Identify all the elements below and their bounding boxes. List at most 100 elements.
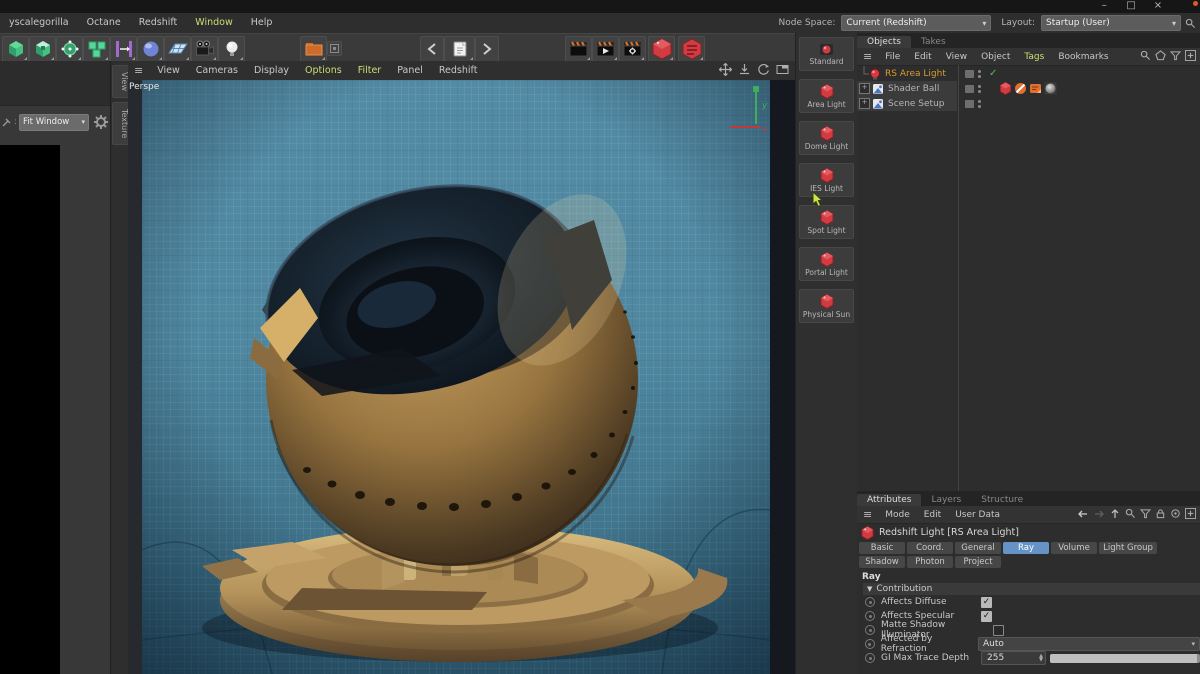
tab-layers[interactable]: Layers <box>921 494 971 506</box>
vp-menu-cameras[interactable]: Cameras <box>188 65 246 76</box>
om-menu-edit[interactable]: Edit <box>907 52 938 62</box>
light-object-button[interactable] <box>218 36 245 62</box>
palette-standard-button[interactable]: Standard <box>799 37 854 71</box>
om-menu-file[interactable]: File <box>878 52 907 62</box>
toggle-panel-icon[interactable] <box>776 63 789 76</box>
palette-spot-light-button[interactable]: Spot Light <box>799 205 854 239</box>
object-row-rs-area-light[interactable]: RS Area Light ✓ <box>857 66 1200 81</box>
menu-window[interactable]: Window <box>186 13 241 33</box>
tab-shadow[interactable]: Shadow <box>859 556 905 568</box>
layer-toggle[interactable] <box>965 70 974 78</box>
keyframe-dot-icon[interactable] <box>865 653 875 663</box>
parent-up-icon[interactable] <box>1109 508 1121 520</box>
tab-attributes[interactable]: Attributes <box>857 494 921 506</box>
sync-target-icon[interactable] <box>1170 508 1181 519</box>
new-panel-icon[interactable] <box>1185 508 1196 519</box>
tab-volume[interactable]: Volume <box>1051 542 1097 554</box>
new-document-button[interactable] <box>444 36 475 62</box>
hamburger-icon[interactable]: ≡ <box>857 508 878 521</box>
search-icon[interactable] <box>1185 18 1196 29</box>
gi-max-trace-depth-slider[interactable] <box>1050 654 1200 663</box>
render-picture-viewer-button[interactable] <box>592 36 619 62</box>
pan-view-icon[interactable] <box>719 63 732 76</box>
menu-redshift[interactable]: Redshift <box>130 13 187 33</box>
render-view-button[interactable] <box>565 36 592 62</box>
render-settings-button[interactable] <box>619 36 646 62</box>
metaball-button[interactable] <box>137 36 164 62</box>
palette-physical-sun-button[interactable]: Physical Sun <box>799 289 854 323</box>
am-menu-userdata[interactable]: User Data <box>948 510 1007 520</box>
contribution-group-header[interactable]: ▼ Contribution <box>863 583 1200 595</box>
gi-max-trace-depth-input[interactable]: 255 ▲▼ <box>981 651 1046 665</box>
redo-button[interactable] <box>475 36 499 62</box>
lock-icon[interactable] <box>1155 508 1166 519</box>
close-button[interactable]: × <box>1146 0 1170 12</box>
om-menu-object[interactable]: Object <box>974 52 1017 62</box>
search-icon[interactable] <box>1140 50 1151 61</box>
redshift-material-tag-icon[interactable] <box>999 82 1012 95</box>
layer-toggle[interactable] <box>965 85 974 93</box>
tab-takes[interactable]: Takes <box>911 36 956 48</box>
tab-light-group[interactable]: Light Group <box>1099 542 1157 554</box>
pan-tool-icon[interactable] <box>2 117 12 127</box>
add-cube-button[interactable] <box>2 36 29 62</box>
visibility-dots[interactable] <box>978 85 981 93</box>
object-manager-column-divider[interactable] <box>958 65 959 491</box>
vp-menu-redshift[interactable]: Redshift <box>431 65 486 76</box>
redshift-renderview-button[interactable] <box>648 36 675 62</box>
palette-ies-light-button[interactable]: IES Light <box>799 163 854 197</box>
vp-menu-panel[interactable]: Panel <box>389 65 431 76</box>
maximize-button[interactable]: □ <box>1119 0 1143 12</box>
minimize-button[interactable]: – <box>1092 0 1116 12</box>
display-tag-icon[interactable] <box>1014 82 1027 95</box>
redshift-menu-button[interactable] <box>678 36 705 62</box>
add-object-icon[interactable] <box>1185 50 1196 61</box>
palette-dome-light-button[interactable]: Dome Light <box>799 121 854 155</box>
affected-by-refraction-select[interactable]: Auto ▾ <box>978 637 1200 651</box>
vp-menu-view[interactable]: View <box>149 65 188 76</box>
menu-greyscalegorilla[interactable]: yscalegorilla <box>0 13 78 33</box>
compositing-tag-icon[interactable] <box>1029 82 1042 95</box>
keyframe-dot-icon[interactable] <box>865 611 875 621</box>
texture-preview[interactable] <box>0 145 60 674</box>
hamburger-icon[interactable]: ≡ <box>857 50 878 63</box>
keyframe-dot-icon[interactable] <box>865 639 875 649</box>
texture-tag-icon[interactable] <box>1044 82 1057 95</box>
vp-menu-filter[interactable]: Filter <box>350 65 390 76</box>
filter-icon[interactable] <box>1140 508 1151 519</box>
om-menu-bookmarks[interactable]: Bookmarks <box>1051 52 1115 62</box>
tab-project[interactable]: Project <box>955 556 1001 568</box>
menu-octane[interactable]: Octane <box>78 13 130 33</box>
layer-toggle[interactable] <box>965 100 974 108</box>
bend-deformer-button[interactable] <box>110 36 137 62</box>
keyframe-dot-icon[interactable] <box>865 597 875 607</box>
visibility-dots[interactable] <box>978 100 981 108</box>
camera-view-label[interactable]: Perspe <box>129 82 159 92</box>
history-forward-icon[interactable] <box>1093 508 1105 520</box>
undo-button[interactable] <box>420 36 444 62</box>
camera-object-button[interactable] <box>191 36 218 62</box>
tab-basic[interactable]: Basic <box>859 542 905 554</box>
keyframe-dot-icon[interactable] <box>865 625 875 635</box>
hamburger-icon[interactable]: ≡ <box>128 64 149 77</box>
am-menu-mode[interactable]: Mode <box>878 510 917 520</box>
expand-icon[interactable]: + <box>859 83 870 94</box>
visibility-dots[interactable] <box>978 70 981 78</box>
affects-diffuse-checkbox[interactable]: ✓ <box>981 597 992 608</box>
expand-icon[interactable]: + <box>859 98 870 109</box>
path-icon[interactable] <box>1155 50 1166 61</box>
matte-shadow-illuminator-checkbox[interactable] <box>993 625 1004 636</box>
am-menu-edit[interactable]: Edit <box>917 510 948 520</box>
floor-object-button[interactable] <box>164 36 191 62</box>
tab-ray[interactable]: Ray <box>1003 542 1049 554</box>
gear-icon[interactable] <box>93 114 109 130</box>
content-browser-button[interactable] <box>300 36 327 62</box>
spinner-arrows-icon[interactable]: ▲▼ <box>1039 654 1043 662</box>
ffd-deformer-button[interactable] <box>56 36 83 62</box>
palette-area-light-button[interactable]: Area Light <box>799 79 854 113</box>
panel-expand-button[interactable] <box>327 41 342 56</box>
tab-photon[interactable]: Photon <box>907 556 953 568</box>
layout-select[interactable]: Startup (User)▾ <box>1041 15 1181 31</box>
modeling-cube-button[interactable] <box>29 36 56 62</box>
tab-structure[interactable]: Structure <box>971 494 1033 506</box>
